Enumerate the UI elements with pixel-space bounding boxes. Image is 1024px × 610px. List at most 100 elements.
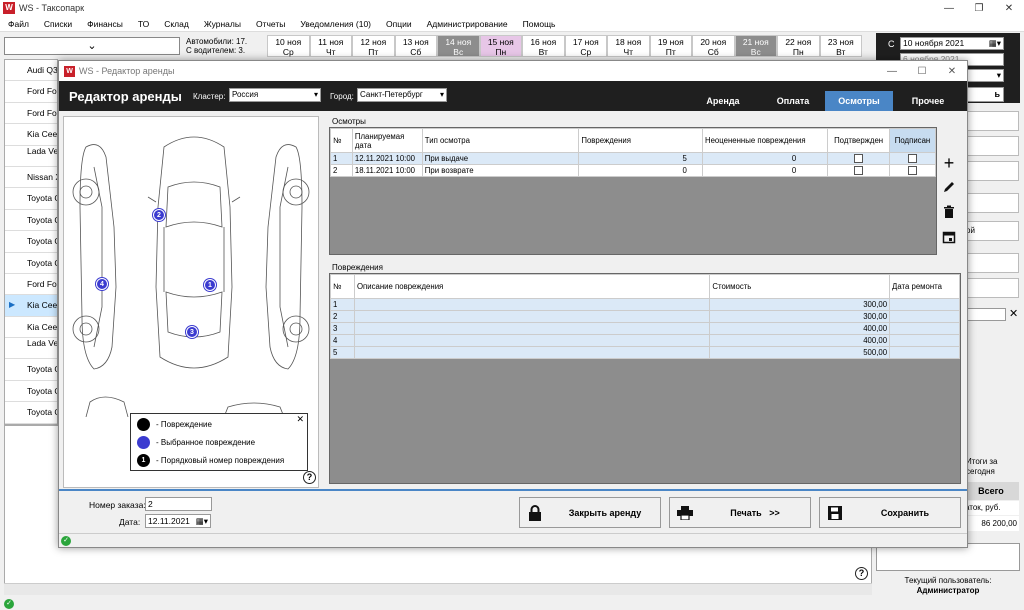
restore-icon[interactable]: ❐: [964, 3, 994, 14]
day-column-header[interactable]: 15 ноя Пн: [479, 35, 522, 57]
print-button[interactable]: Печать >>: [669, 497, 811, 528]
edit-inspection-button[interactable]: [939, 177, 959, 197]
day-column-header[interactable]: 18 ноя Чт: [607, 35, 650, 57]
menu-item[interactable]: Опции: [386, 19, 412, 29]
menu-item[interactable]: Отчеты: [256, 19, 285, 29]
car-list-item[interactable]: ▶ Kia Cee: [5, 295, 57, 317]
day-column-header[interactable]: 17 ноя Ср: [564, 35, 607, 57]
menu-item[interactable]: Списки: [44, 19, 72, 29]
day-column-header[interactable]: 10 ноя Ср: [267, 35, 310, 57]
car-list-item[interactable]: Toyota C: [5, 253, 57, 274]
inspections-column-header[interactable]: №: [330, 128, 353, 153]
clear-icon[interactable]: ✕: [1009, 307, 1018, 320]
date-field[interactable]: 12.11.2021 ▦▾: [145, 514, 211, 528]
add-inspection-button[interactable]: +: [939, 153, 959, 173]
close-icon[interactable]: ✕: [994, 3, 1024, 14]
confirmed-checkbox[interactable]: [854, 154, 864, 164]
day-column-header[interactable]: 12 ноя Пт: [352, 35, 395, 57]
menu-item[interactable]: Журналы: [204, 19, 241, 29]
dialog-close-icon[interactable]: ✕: [937, 66, 967, 77]
menu-item[interactable]: Файл: [8, 19, 29, 29]
menu-item[interactable]: ТО: [138, 19, 149, 29]
cluster-select[interactable]: Россия ▾: [229, 88, 321, 102]
signed-checkbox[interactable]: [908, 154, 917, 164]
diagram-help-icon[interactable]: ?: [303, 471, 316, 484]
damage-marker-2[interactable]: 2: [153, 209, 165, 221]
tab-rental[interactable]: Аренда: [689, 91, 757, 111]
vehicle-filter-dropdown[interactable]: ⌄: [4, 37, 180, 55]
tab-inspections[interactable]: Осмотры: [825, 91, 893, 111]
table-row[interactable]: 1 300,00: [330, 298, 960, 311]
menu-item[interactable]: Уведомления (10): [300, 19, 371, 29]
menu-item[interactable]: Администрирование: [427, 19, 508, 29]
damage-marker-3[interactable]: 3: [186, 326, 198, 338]
inspections-column-header[interactable]: Тип осмотра: [421, 128, 580, 153]
legend-close-icon[interactable]: ✕: [296, 414, 304, 425]
car-list-item[interactable]: Ford Fo: [5, 274, 57, 296]
day-column-header[interactable]: 11 ноя Чт: [309, 35, 352, 57]
inspections-grid[interactable]: № Планируемая дата Тип осмотра Повреждения Н…: [329, 127, 937, 255]
right-field-4[interactable]: [963, 193, 1019, 213]
table-row[interactable]: 5 500,00: [330, 346, 960, 359]
car-list-item[interactable]: Kia Cee: [5, 124, 57, 146]
help-icon[interactable]: ?: [855, 567, 868, 580]
city-select[interactable]: Санкт-Петербург ▾: [357, 88, 447, 102]
horizontal-scrollbar[interactable]: [4, 583, 872, 595]
inspections-column-header[interactable]: Планируемая дата: [351, 128, 423, 153]
car-list-item[interactable]: Toyota C: [5, 210, 57, 232]
car-list-item[interactable]: Kia Cee: [5, 317, 57, 339]
table-row[interactable]: 2 18.11.2021 10:00 При возврате 0 0: [330, 164, 936, 177]
menu-item[interactable]: Помощь: [523, 19, 556, 29]
dialog-minimize-icon[interactable]: —: [877, 66, 907, 77]
car-list-item[interactable]: Ford Fo: [5, 103, 57, 125]
delete-inspection-button[interactable]: [939, 202, 959, 222]
save-button[interactable]: Сохранить: [819, 497, 961, 528]
damage-marker-4[interactable]: 4: [96, 278, 108, 290]
right-field-7[interactable]: [963, 278, 1019, 298]
car-list-item[interactable]: Toyota C: [5, 381, 57, 403]
signed-checkbox[interactable]: [908, 166, 917, 176]
right-field-2[interactable]: [963, 136, 1019, 156]
right-field-3[interactable]: [963, 161, 1019, 181]
right-field-5[interactable]: ой: [963, 221, 1019, 241]
day-column-header[interactable]: 23 ноя Вт: [819, 35, 862, 57]
order-number-field[interactable]: 2: [145, 497, 212, 511]
inspections-column-header[interactable]: Неоцененные повреждения: [701, 128, 829, 153]
damages-column-header[interactable]: Дата ремонта: [889, 274, 960, 299]
table-row[interactable]: 4 400,00: [330, 334, 960, 347]
car-list-item[interactable]: Toyota C: [5, 359, 57, 381]
day-column-header[interactable]: 14 ноя Вс: [437, 35, 480, 57]
date-from-field[interactable]: 10 ноября 2021 ▦▾: [900, 37, 1004, 50]
car-list-item[interactable]: Lada Ve 178): [5, 338, 57, 360]
calendar-inspection-button[interactable]: [939, 227, 959, 247]
inspections-column-header[interactable]: Подтвержден: [827, 128, 891, 153]
table-row[interactable]: 1 12.11.2021 10:00 При выдаче 5 0: [330, 152, 936, 165]
table-row[interactable]: 2 300,00: [330, 310, 960, 323]
car-list-item[interactable]: Toyota C: [5, 188, 57, 210]
table-row[interactable]: 3 400,00: [330, 322, 960, 335]
dialog-restore-icon[interactable]: ☐: [907, 66, 937, 77]
damages-grid[interactable]: № Описание повреждения Стоимость Дата ремон…: [329, 273, 961, 484]
car-list-item[interactable]: Toyota C: [5, 402, 57, 424]
day-column-header[interactable]: 20 ноя Сб: [692, 35, 735, 57]
right-field-1[interactable]: [963, 111, 1019, 131]
car-list-item[interactable]: Ford Fo: [5, 81, 57, 103]
car-list-item[interactable]: Toyota C: [5, 231, 57, 253]
damages-column-header[interactable]: Стоимость: [709, 274, 891, 299]
day-column-header[interactable]: 21 ноя Вс: [734, 35, 777, 57]
minimize-icon[interactable]: —: [934, 3, 964, 14]
close-rental-button[interactable]: Закрыть аренду: [519, 497, 661, 528]
day-column-header[interactable]: 22 ноя Пн: [777, 35, 820, 57]
damages-column-header[interactable]: №: [330, 274, 355, 299]
damages-column-header[interactable]: Описание повреждения: [353, 274, 711, 299]
menu-item[interactable]: Склад: [164, 19, 189, 29]
car-list-item[interactable]: Audi Q3: [5, 60, 57, 82]
confirmed-checkbox[interactable]: [854, 166, 864, 176]
menu-item[interactable]: Финансы: [87, 19, 123, 29]
day-column-header[interactable]: 16 ноя Вт: [522, 35, 565, 57]
inspections-column-header[interactable]: Повреждения: [578, 128, 703, 153]
right-field-6[interactable]: [963, 253, 1019, 273]
day-column-header[interactable]: 19 ноя Пт: [649, 35, 692, 57]
tab-other[interactable]: Прочее: [894, 91, 962, 111]
tab-payment[interactable]: Оплата: [759, 91, 827, 111]
